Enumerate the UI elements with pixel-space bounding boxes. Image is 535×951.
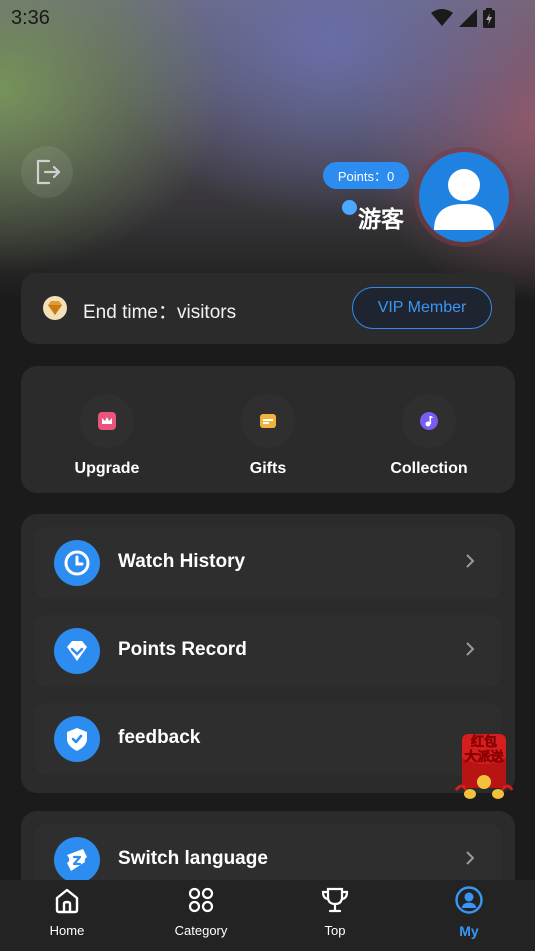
- diamond-icon: [54, 628, 100, 674]
- red-packet-promo[interactable]: 红包 大派送: [452, 728, 516, 802]
- trophy-icon: [321, 887, 349, 913]
- watch-history-label: Watch History: [118, 551, 246, 572]
- points-badge[interactable]: Points：0: [323, 162, 409, 189]
- collection-label: Collection: [390, 460, 468, 477]
- chevron-right-icon: [466, 642, 475, 656]
- upgrade-label: Upgrade: [74, 460, 140, 477]
- menu-list-card: Watch History Points Record feedback: [21, 514, 515, 793]
- chevron-right-icon: [466, 554, 475, 568]
- status-icons: [431, 8, 495, 28]
- diamond-badge-icon: [43, 296, 67, 325]
- nav-home[interactable]: Home: [0, 880, 134, 951]
- clock-icon: [54, 540, 100, 586]
- crown-icon: [80, 394, 134, 448]
- bottom-nav: Home Category Top My: [0, 880, 535, 951]
- vip-end-time: End time：visitors: [83, 302, 237, 323]
- gifts-action[interactable]: Gifts: [208, 394, 328, 478]
- points-record-item[interactable]: Points Record: [35, 615, 501, 687]
- username: 游客: [358, 206, 404, 232]
- grid-icon: [188, 887, 214, 913]
- nav-top[interactable]: Top: [268, 880, 402, 951]
- user-avatar-icon: [419, 152, 509, 242]
- nav-home-label: Home: [49, 923, 85, 938]
- status-dot: [342, 200, 357, 215]
- nav-category-label: Category: [174, 923, 228, 938]
- status-bar: 3:36: [0, 0, 535, 36]
- feedback-label: feedback: [118, 727, 201, 748]
- wifi-icon: [431, 9, 453, 26]
- quick-actions-card: Upgrade Gifts Collection: [21, 366, 515, 493]
- vip-card: End time：visitors VIP Member: [21, 273, 515, 344]
- music-icon: [402, 394, 456, 448]
- nav-my[interactable]: My: [402, 880, 535, 951]
- logout-button[interactable]: [21, 146, 73, 198]
- card-icon: [241, 394, 295, 448]
- status-time: 3:36: [11, 7, 50, 29]
- shield-icon: [54, 716, 100, 762]
- nav-top-label: Top: [324, 923, 346, 938]
- nav-my-label: My: [459, 923, 479, 939]
- feedback-item[interactable]: feedback: [35, 703, 501, 775]
- signal-icon: [459, 9, 477, 27]
- chevron-right-icon: [466, 851, 475, 865]
- watch-history-item[interactable]: Watch History: [35, 527, 501, 599]
- home-icon: [55, 888, 79, 914]
- collection-action[interactable]: Collection: [369, 394, 489, 478]
- gifts-label: Gifts: [249, 460, 287, 477]
- promo-line-2: 大派送: [464, 749, 504, 765]
- switch-language-label: Switch language: [118, 848, 268, 869]
- logout-icon: [36, 159, 61, 185]
- user-icon: [455, 886, 483, 914]
- vip-member-button[interactable]: VIP Member: [352, 287, 492, 329]
- nav-category[interactable]: Category: [134, 880, 268, 951]
- battery-icon: [483, 8, 495, 28]
- upgrade-action[interactable]: Upgrade: [47, 394, 167, 478]
- ticket-icon: [54, 837, 100, 883]
- promo-line-1: 红包: [471, 734, 497, 750]
- points-record-label: Points Record: [118, 639, 247, 660]
- avatar[interactable]: [414, 147, 514, 247]
